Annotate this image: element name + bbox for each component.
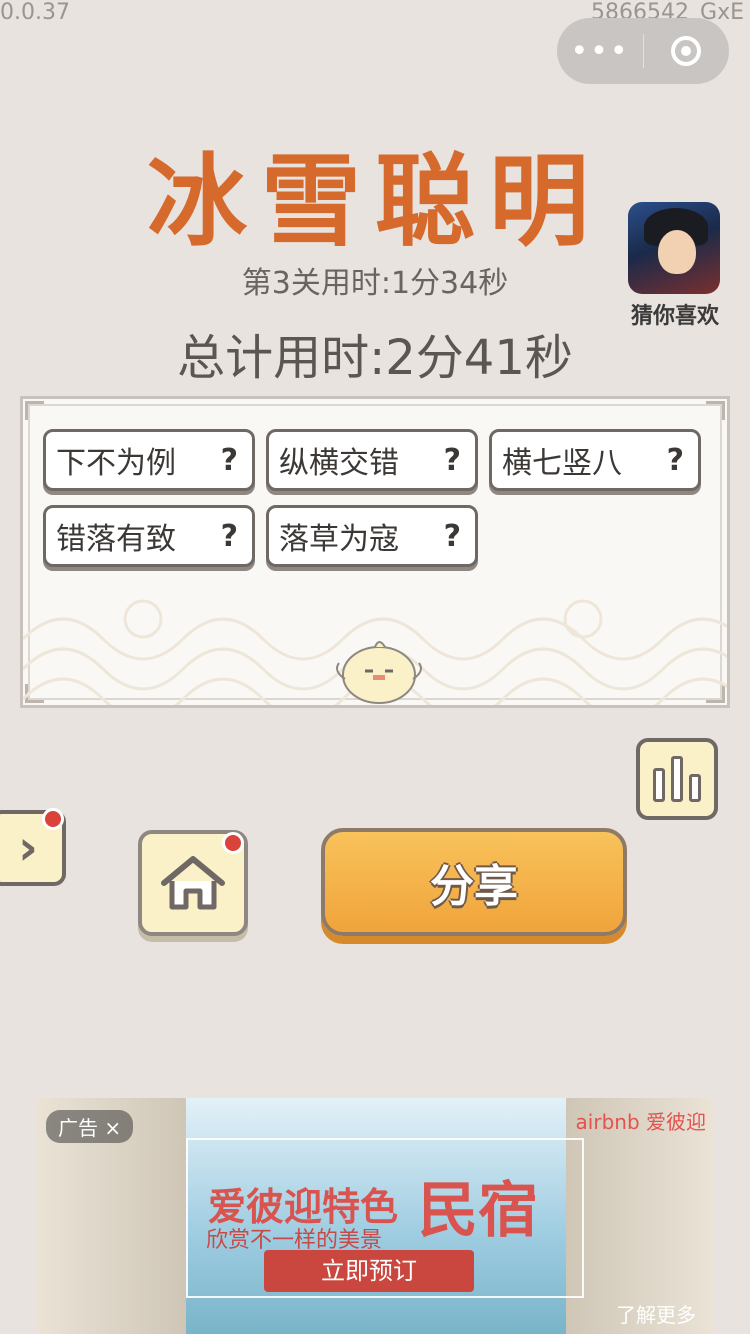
idiom-text: 纵横交错: [279, 446, 399, 481]
avatar-face: [658, 230, 696, 274]
idiom-panel: 下不为例 ? 纵横交错 ? 横七竖八 ? 错落有致 ? 落草为寇 ?: [20, 396, 730, 708]
idiom-card[interactable]: 纵横交错 ?: [266, 429, 478, 491]
chevron-right-icon: ›: [18, 820, 38, 876]
corner-ornament: [706, 401, 725, 420]
chick-mascot-icon: [336, 641, 422, 704]
idiom-card[interactable]: 横七竖八 ?: [489, 429, 701, 491]
recommend-game[interactable]: 猜你喜欢: [628, 202, 722, 330]
help-icon[interactable]: ?: [221, 443, 238, 478]
chart-bar-icon: [653, 768, 665, 802]
idiom-card[interactable]: 错落有致 ?: [43, 505, 255, 567]
idiom-card[interactable]: 下不为例 ?: [43, 429, 255, 491]
ad-footer-link[interactable]: 了解更多: [616, 1299, 696, 1328]
idiom-text: 错落有致: [56, 522, 176, 557]
ad-cta-button[interactable]: 立即预订: [264, 1250, 474, 1292]
version-label: 0.0.37: [0, 0, 70, 25]
help-icon[interactable]: ?: [221, 519, 238, 554]
ad-headline-large: 民宿: [418, 1176, 538, 1246]
target-circle-icon: [671, 36, 701, 66]
home-icon: [161, 856, 225, 910]
ad-close-tag[interactable]: 广告 ×: [46, 1110, 134, 1143]
notification-dot: [42, 808, 64, 830]
idiom-text: 落草为寇: [279, 522, 399, 557]
idiom-card[interactable]: 落草为寇 ?: [266, 505, 478, 567]
mini-program-capsule: •••: [557, 18, 729, 84]
idiom-text: 下不为例: [56, 446, 176, 481]
help-icon[interactable]: ?: [667, 443, 684, 478]
chart-bar-icon: [671, 756, 683, 802]
more-menu-button[interactable]: •••: [557, 34, 643, 69]
help-icon[interactable]: ?: [444, 443, 461, 478]
share-button[interactable]: 分享: [321, 828, 627, 936]
close-program-button[interactable]: [644, 36, 728, 66]
recommend-game-avatar[interactable]: [628, 202, 720, 294]
chart-bar-icon: [689, 774, 701, 802]
recommend-label[interactable]: 猜你喜欢: [628, 298, 722, 330]
ranking-button[interactable]: [636, 738, 718, 820]
ad-brand-logo: airbnb 爱彼迎: [575, 1110, 706, 1134]
help-icon[interactable]: ?: [444, 519, 461, 554]
ad-banner[interactable]: 广告 × airbnb 爱彼迎 爱彼迎特色 民宿 欣赏不一样的美景 立即预订 了…: [36, 1098, 714, 1334]
idiom-text: 横七竖八: [502, 446, 622, 481]
corner-ornament: [25, 401, 44, 420]
notification-dot: [222, 832, 244, 854]
